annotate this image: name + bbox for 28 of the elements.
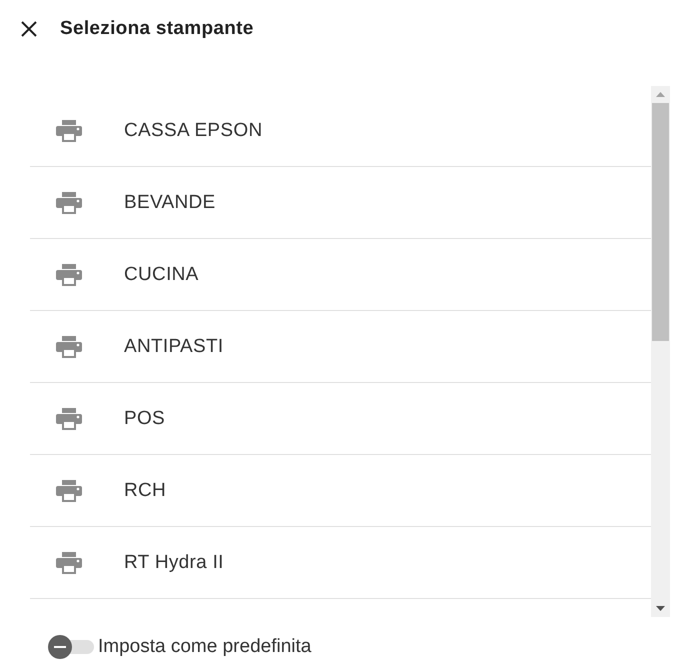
scroll-down-icon[interactable] (656, 606, 665, 611)
printer-item[interactable]: CASSA EPSON (30, 95, 651, 167)
printer-item[interactable]: ANTIPASTI (30, 311, 651, 383)
printer-name: RT Hydra II (124, 552, 224, 574)
printer-icon (56, 552, 82, 574)
printer-icon (56, 192, 82, 214)
printer-item[interactable]: RT Hydra II (30, 527, 651, 599)
printer-name: RCH (124, 480, 166, 502)
printer-name: BEVANDE (124, 192, 216, 214)
printer-item[interactable]: POS (30, 383, 651, 455)
printer-name: CUCINA (124, 264, 199, 286)
printer-name: ANTIPASTI (124, 336, 224, 358)
toggle-switch[interactable] (48, 635, 94, 659)
printer-item[interactable]: CUCINA (30, 239, 651, 311)
printer-icon (56, 120, 82, 142)
scrollbar[interactable] (651, 86, 670, 617)
dialog-title: Seleziona stampante (60, 18, 254, 40)
printer-name: POS (124, 408, 166, 430)
printer-icon (56, 480, 82, 502)
printer-item[interactable]: RCH (30, 455, 651, 527)
scrollbar-thumb[interactable] (652, 103, 669, 341)
printer-icon (56, 336, 82, 358)
printer-icon (56, 408, 82, 430)
close-icon (20, 20, 38, 38)
printer-item[interactable]: BEVANDE (30, 167, 651, 239)
toggle-label: Imposta come predefinita (98, 636, 312, 658)
printer-icon (56, 264, 82, 286)
printer-name: CASSA EPSON (124, 120, 262, 142)
